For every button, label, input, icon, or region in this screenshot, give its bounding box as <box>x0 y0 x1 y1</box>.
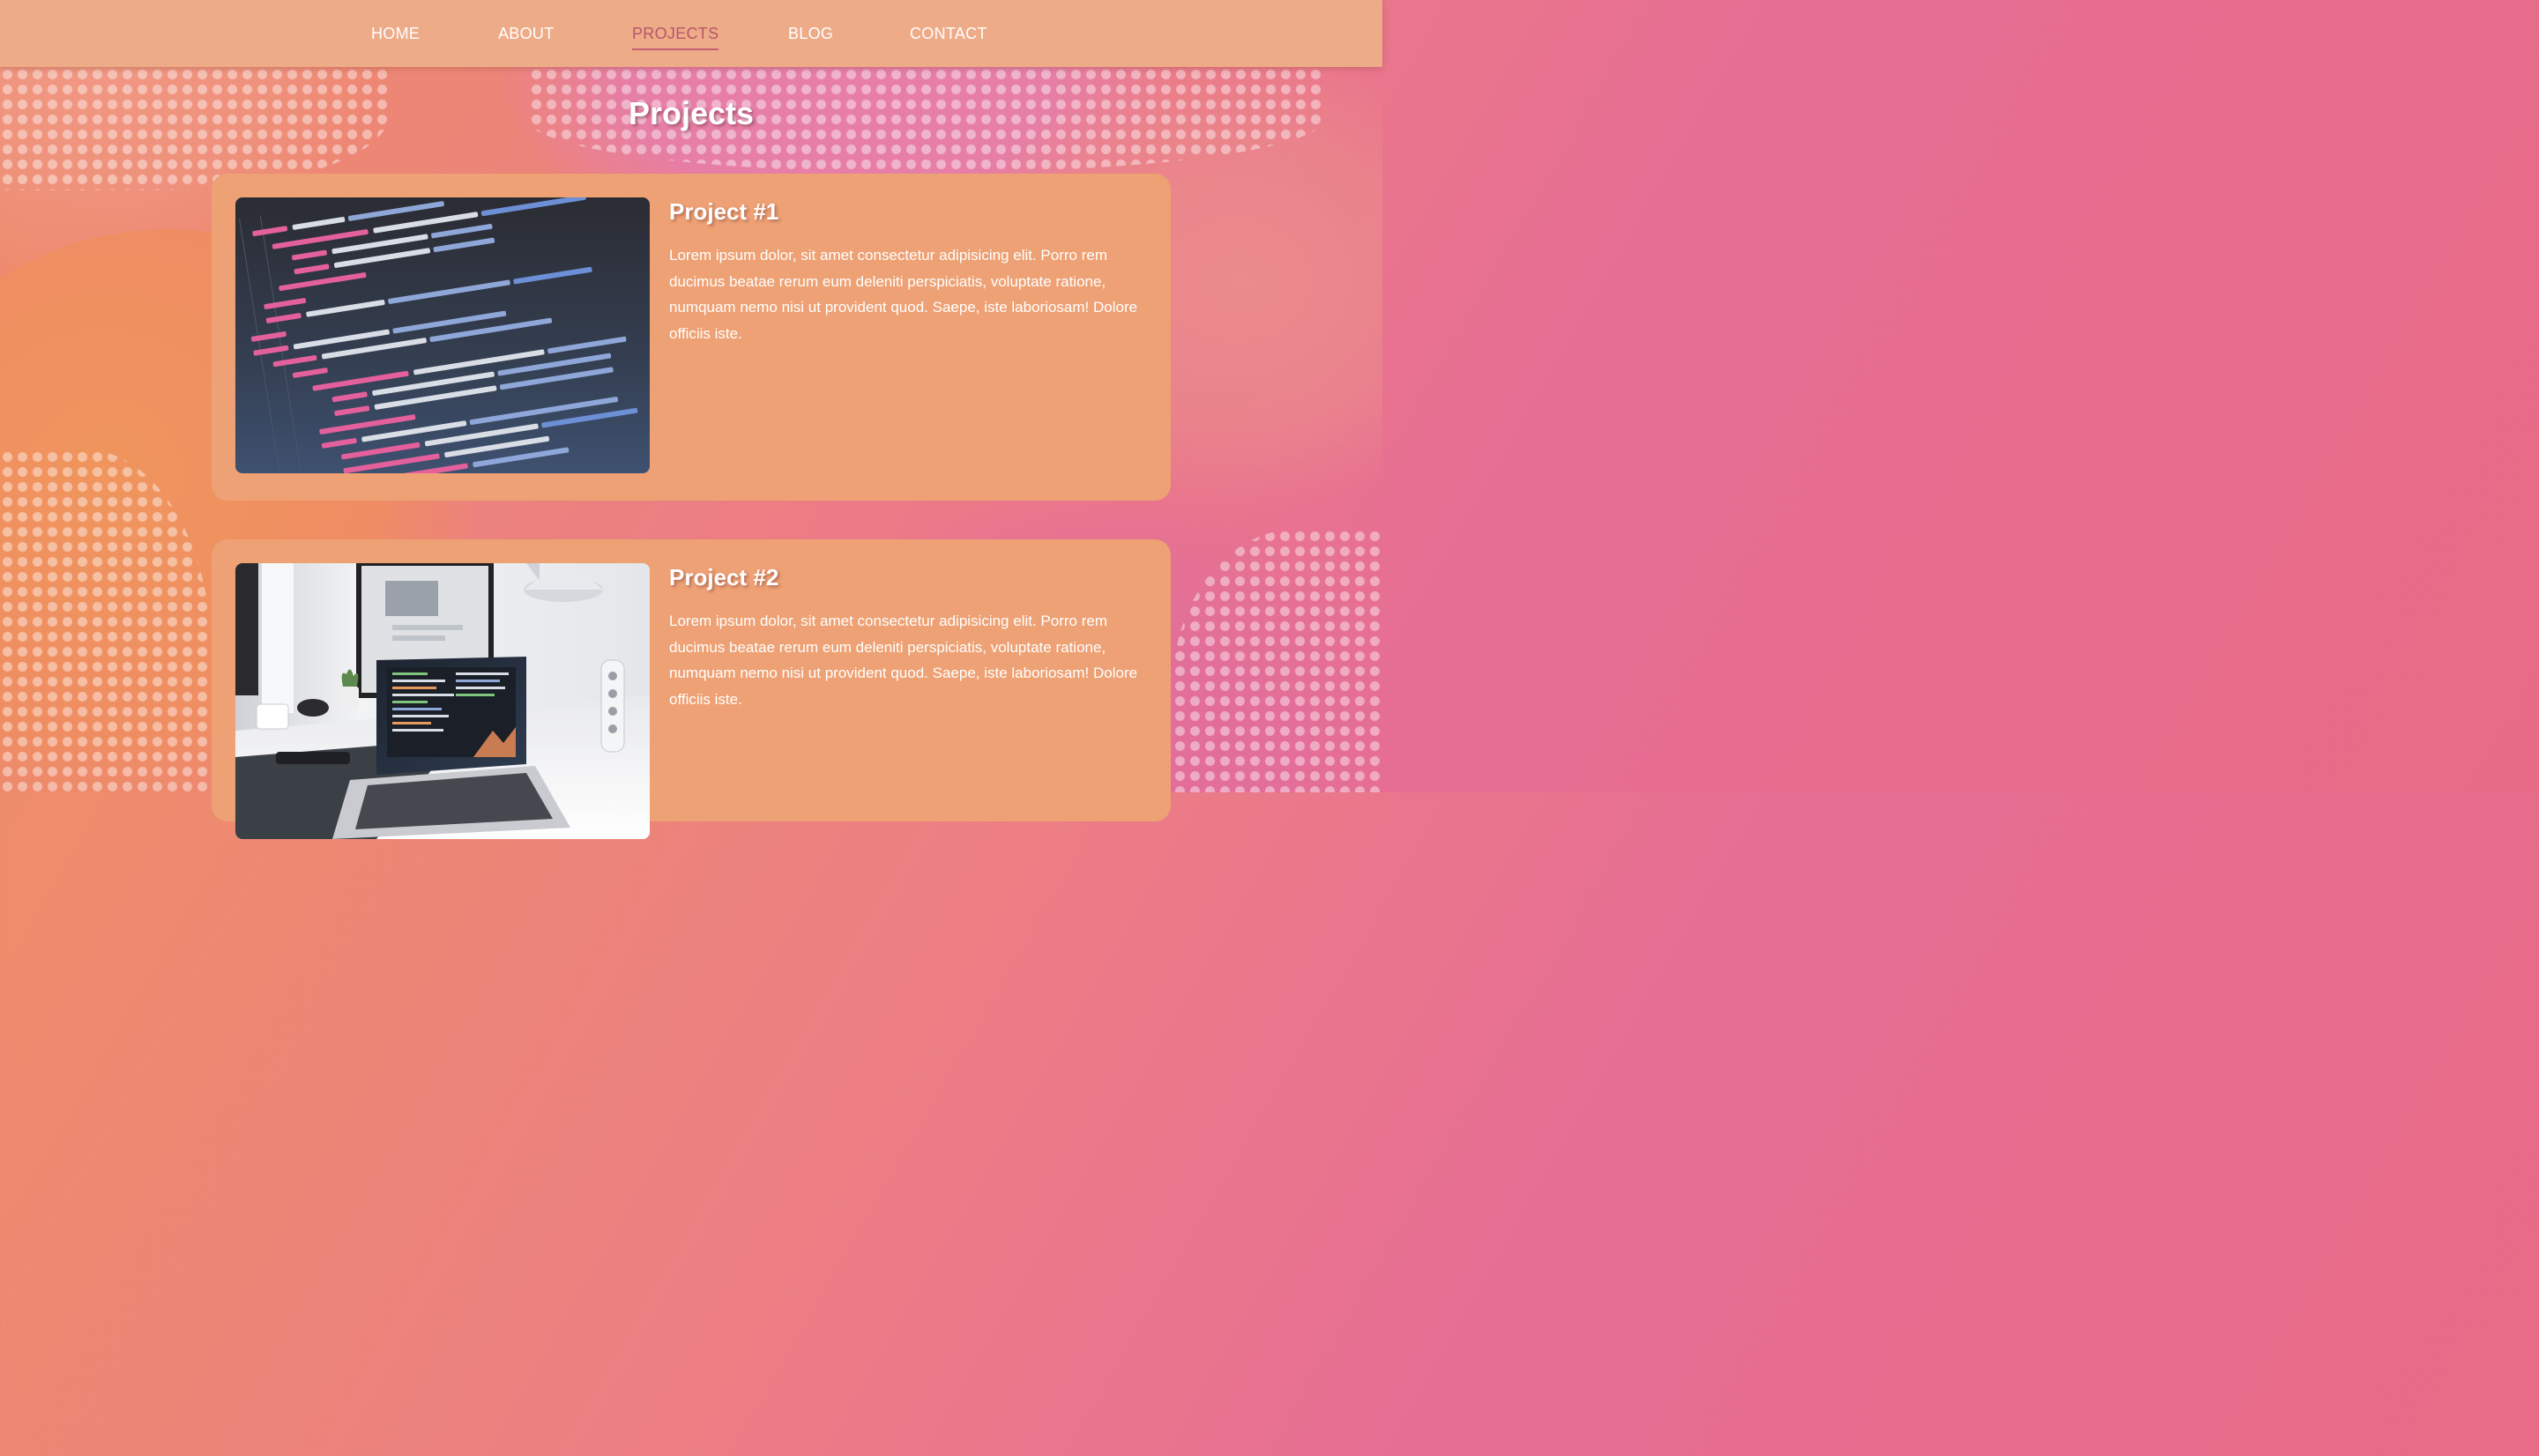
project-card: Project #2 Lorem ipsum dolor, sit amet c… <box>212 539 1171 839</box>
project-description: Lorem ipsum dolor, sit amet consectetur … <box>669 613 1138 708</box>
project-title: Project #1 <box>669 198 779 225</box>
code-screen-illustration <box>235 197 650 473</box>
project-image-laptop-desk <box>235 563 650 839</box>
nav-link-contact[interactable]: CONTACT <box>910 25 987 43</box>
nav-link-projects[interactable]: PROJECTS <box>632 25 719 50</box>
project-description: Lorem ipsum dolor, sit amet consectetur … <box>669 247 1138 342</box>
project-image-code-screen <box>235 197 650 473</box>
page-title: Projects <box>628 95 755 131</box>
laptop-desk-illustration <box>235 563 650 839</box>
top-navigation: HOME ABOUT PROJECTS BLOG CONTACT <box>0 0 1382 67</box>
project-title: Project #2 <box>669 564 779 591</box>
project-card: Project #1 Lorem ipsum dolor, sit amet c… <box>212 174 1171 501</box>
nav-link-about[interactable]: ABOUT <box>498 25 555 43</box>
nav-link-home[interactable]: HOME <box>371 25 420 43</box>
nav-link-blog[interactable]: BLOG <box>788 25 833 43</box>
